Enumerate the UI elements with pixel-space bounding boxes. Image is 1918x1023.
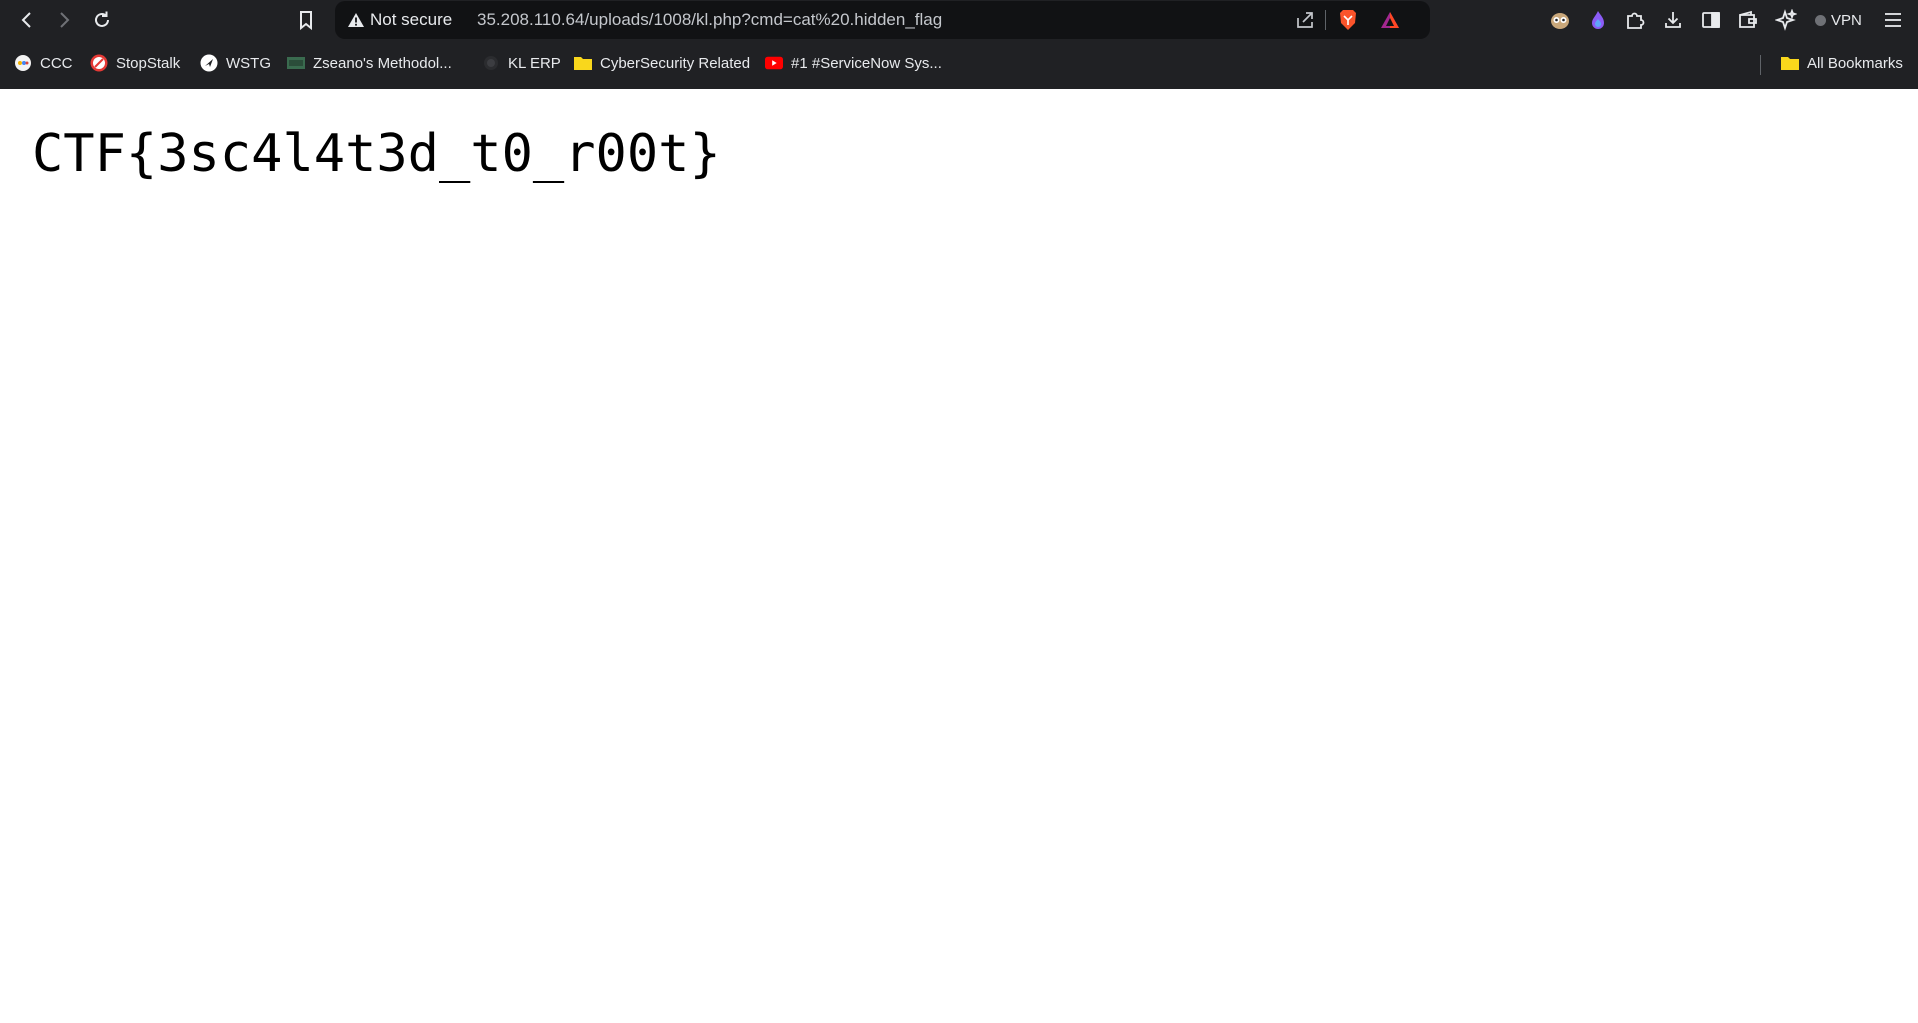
- downloads-button[interactable]: [1660, 7, 1686, 33]
- bookmark-label: #1 #ServiceNow Sys...: [791, 54, 942, 72]
- flag-text: CTF{3sc4l4t3d_t0_r00t}: [32, 124, 721, 184]
- zseano-favicon-icon: [287, 54, 305, 72]
- security-status-label[interactable]: Not secure: [370, 10, 452, 30]
- reload-button[interactable]: [86, 4, 118, 36]
- all-bookmarks-button[interactable]: All Bookmarks: [1781, 51, 1903, 75]
- address-bar[interactable]: Not secure 35.208.110.64/uploads/1008/kl…: [335, 1, 1430, 39]
- leo-ai-button[interactable]: [1773, 7, 1799, 33]
- bookmark-item[interactable]: StopStalk: [90, 51, 180, 75]
- bookmark-item[interactable]: KL ERP: [482, 51, 561, 75]
- bookmark-item[interactable]: Zseano's Methodol...: [287, 51, 452, 75]
- folder-icon: [574, 54, 592, 72]
- owl-extension-icon: [1551, 13, 1569, 29]
- share-icon: [1297, 12, 1313, 28]
- wstg-favicon-icon: [200, 54, 218, 72]
- browser-chrome: Not secure 35.208.110.64/uploads/1008/kl…: [0, 0, 1918, 89]
- sparkle-star-icon: [1775, 9, 1797, 31]
- kl-erp-favicon-icon: [482, 54, 500, 72]
- bookmark-label: CCC: [40, 54, 73, 72]
- vpn-button[interactable]: VPN: [1809, 8, 1868, 32]
- bookmarks-separator: [1760, 55, 1761, 75]
- bookmark-label: WSTG: [226, 54, 271, 72]
- share-button[interactable]: [1293, 8, 1317, 32]
- chevron-left-icon: [21, 12, 31, 28]
- bookmark-label: KL ERP: [508, 54, 561, 72]
- bookmark-item[interactable]: #1 #ServiceNow Sys...: [765, 51, 942, 75]
- brave-rewards-icon: [1381, 12, 1399, 28]
- flame-extension-icon: [1592, 11, 1604, 29]
- address-separator: [1325, 10, 1326, 30]
- bookmark-label: Zseano's Methodol...: [313, 54, 452, 72]
- warning-icon: [348, 13, 364, 27]
- reload-icon: [95, 11, 109, 27]
- bookmarks-bar: CCC StopStalk WSTG Zseano's Methodol... …: [0, 48, 1918, 78]
- page-content: CTF{3sc4l4t3d_t0_r00t}: [0, 89, 1918, 1023]
- extensions-menu-button[interactable]: [1622, 7, 1648, 33]
- wallet-button[interactable]: [1735, 7, 1761, 33]
- brave-shield-icon: [1340, 10, 1356, 30]
- bookmark-item[interactable]: WSTG: [200, 51, 271, 75]
- hamburger-menu-icon: [1885, 13, 1901, 27]
- browser-toolbar: Not secure 35.208.110.64/uploads/1008/kl…: [0, 0, 1918, 40]
- wallet-icon: [1739, 10, 1757, 28]
- main-menu-button[interactable]: [1880, 7, 1906, 33]
- bookmark-folder[interactable]: CyberSecurity Related: [574, 51, 750, 75]
- vpn-label: VPN: [1831, 11, 1862, 29]
- vpn-status-dot: [1815, 14, 1826, 26]
- url-text[interactable]: 35.208.110.64/uploads/1008/kl.php?cmd=ca…: [477, 10, 942, 30]
- youtube-favicon-icon: [765, 54, 783, 72]
- brave-rewards-button[interactable]: [1378, 8, 1402, 32]
- forward-button[interactable]: [48, 4, 80, 36]
- extension-button[interactable]: [1585, 7, 1611, 33]
- ccc-favicon-icon: [14, 54, 32, 72]
- chevron-right-icon: [60, 12, 70, 28]
- bookmark-label: StopStalk: [116, 54, 181, 72]
- bookmark-label: CyberSecurity Related: [600, 54, 751, 72]
- bookmark-page-button[interactable]: [290, 4, 322, 36]
- sidebar-icon: [1702, 12, 1720, 28]
- download-icon: [1665, 12, 1681, 28]
- sidebar-button[interactable]: [1698, 7, 1724, 33]
- bookmark-icon: [300, 11, 312, 31]
- folder-icon: [1781, 54, 1799, 72]
- puzzle-icon: [1627, 12, 1645, 29]
- extension-button[interactable]: [1547, 7, 1573, 33]
- stopstalk-favicon-icon: [90, 54, 108, 72]
- brave-shields-button[interactable]: [1336, 8, 1360, 32]
- all-bookmarks-label: All Bookmarks: [1807, 54, 1903, 72]
- bookmark-item[interactable]: CCC: [14, 51, 73, 75]
- back-button[interactable]: [11, 4, 43, 36]
